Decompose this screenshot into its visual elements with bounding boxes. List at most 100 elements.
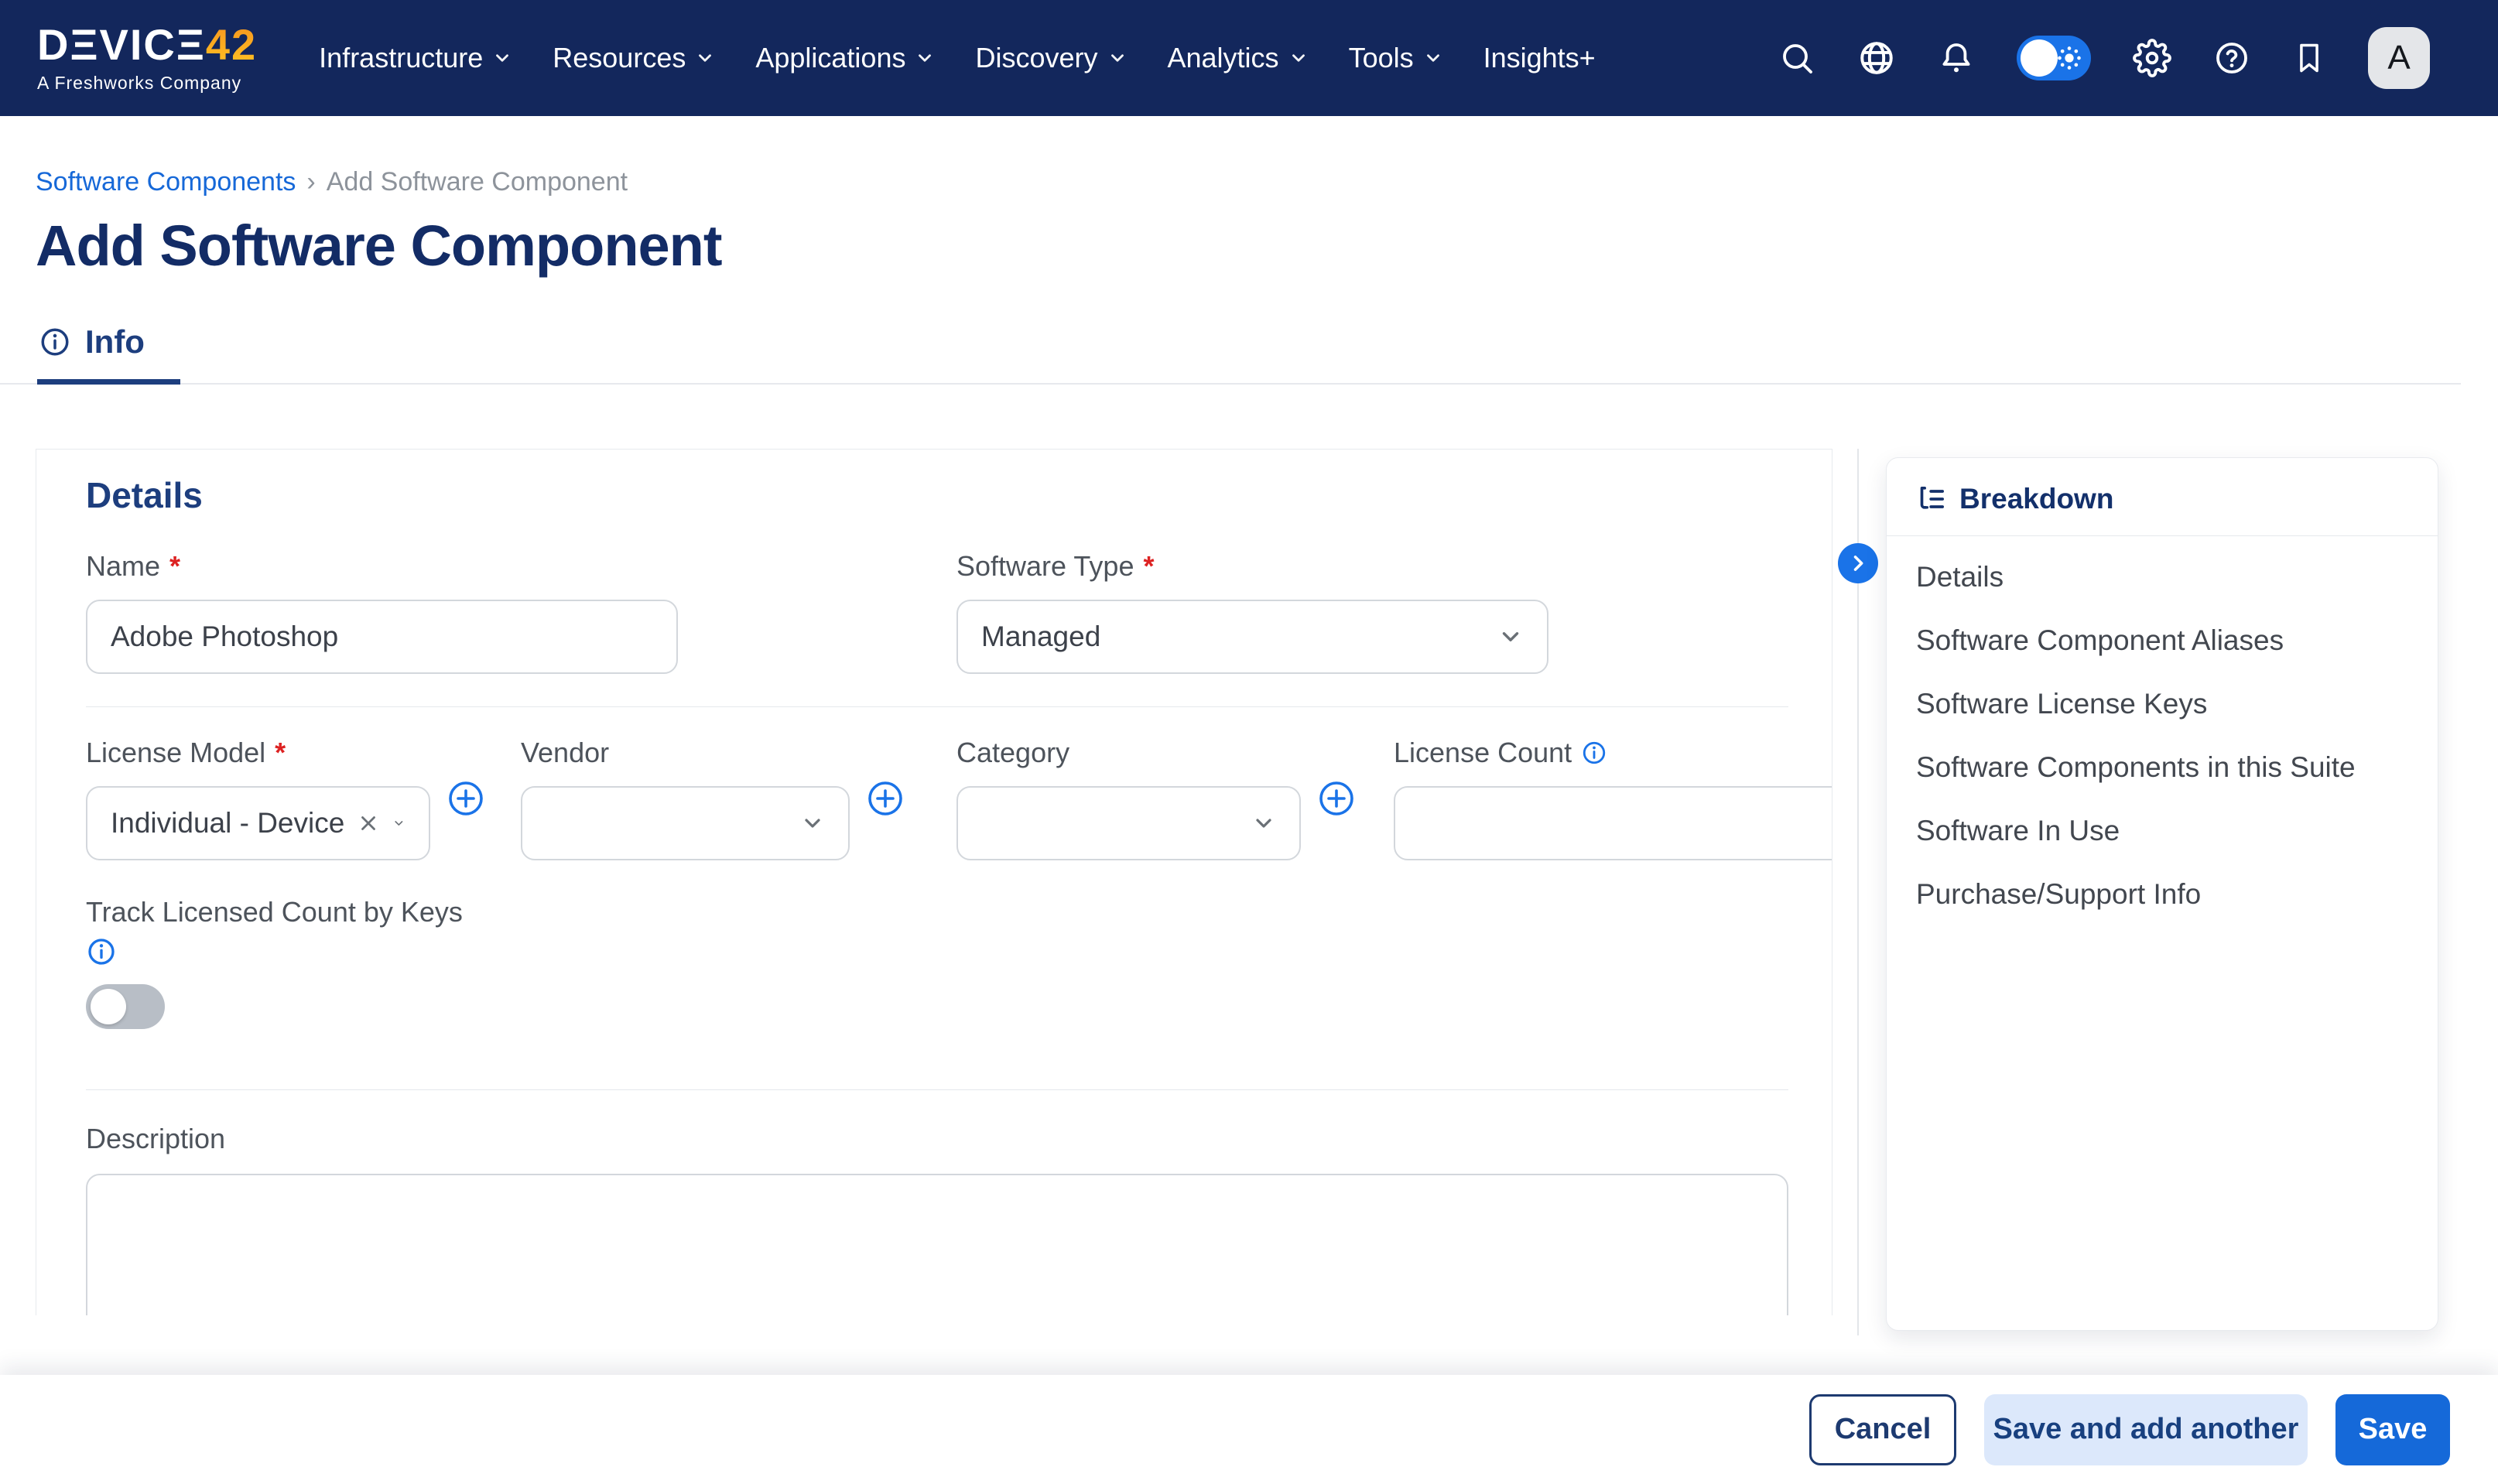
footer-bar: Cancel Save and add another Save [0,1375,2498,1484]
description-label: Description [86,1123,1832,1155]
track-licensed-toggle[interactable] [86,984,165,1029]
bookmark-icon [2292,41,2326,75]
breakdown-panel: Breakdown Details Software Component Ali… [1886,457,2438,1331]
page-title: Add Software Component [36,213,2498,279]
breakdown-item-software-component-aliases[interactable]: Software Component Aliases [1916,609,2408,672]
license-count-label: License Count [1394,737,1832,769]
chevron-right-icon [1847,552,1869,574]
x-icon [357,812,380,835]
menu-item-label: Insights+ [1483,42,1596,74]
help-button[interactable] [2213,39,2250,77]
menu-item-infrastructure[interactable]: Infrastructure [319,42,512,74]
breakdown-item-details[interactable]: Details [1916,545,2408,609]
device42-logo[interactable]: DΞVICΞ42 A Freshworks Company [37,23,257,94]
chevron-down-icon [800,811,825,836]
avatar-letter: A [2387,39,2410,77]
sun-icon [2054,43,2085,74]
breadcrumb: Software Components › Add Software Compo… [36,167,2498,197]
chevron-down-icon [492,48,512,68]
breadcrumb-link-software-components[interactable]: Software Components [36,167,296,197]
user-avatar[interactable]: A [2368,27,2430,89]
breakdown-item-software-components-in-this-suite[interactable]: Software Components in this Suite [1916,736,2408,799]
category-select[interactable] [956,786,1301,860]
top-navbar: DΞVICΞ42 A Freshworks Company Infrastruc… [0,0,2498,116]
section-title-details: Details [86,474,1832,516]
notifications-button[interactable] [1938,39,1975,77]
license-count-input[interactable] [1394,786,1832,860]
info-icon[interactable] [1581,740,1607,766]
name-label: Name* [86,550,678,583]
license-model-field-group: License Model* Individual - Device [86,737,430,860]
screen: DΞVICΞ42 A Freshworks Company Infrastruc… [0,0,2498,1484]
bookmark-button[interactable] [2292,41,2326,75]
add-category-button[interactable] [1318,780,1355,817]
section-divider [86,706,1788,707]
menu-item-discovery[interactable]: Discovery [975,42,1127,74]
license-model-label: License Model* [86,737,430,769]
breadcrumb-current: Add Software Component [327,167,628,197]
plus-circle-icon [867,780,904,817]
chevron-down-icon [1288,48,1309,68]
breakdown-item-software-in-use[interactable]: Software In Use [1916,799,2408,863]
breakdown-title: Breakdown [1959,483,2113,515]
menu-item-insights[interactable]: Insights+ [1483,42,1596,74]
menu-item-resources[interactable]: Resources [553,42,715,74]
main-menu: Infrastructure Resources Applications Di… [319,42,1596,74]
tab-info[interactable]: Info [37,323,180,385]
description-textarea[interactable] [86,1174,1788,1315]
vendor-field-group: Vendor [521,737,850,860]
vendor-select[interactable] [521,786,850,860]
settings-button[interactable] [2133,39,2171,77]
chevron-down-icon [915,48,935,68]
gear-icon [2133,39,2171,77]
add-license-model-button[interactable] [447,780,484,817]
globe-button[interactable] [1857,39,1896,77]
bell-icon [1938,39,1975,77]
required-asterisk: * [275,737,286,769]
software-type-label: Software Type* [956,550,1548,583]
plus-circle-icon [447,780,484,817]
list-tree-icon [1916,484,1947,515]
save-button[interactable]: Save [2335,1394,2450,1465]
category-field-group: Category [956,737,1301,860]
name-input[interactable] [86,600,678,674]
license-count-field-group: License Count [1394,737,1832,860]
help-icon [2213,39,2250,77]
breakdown-item-software-license-keys[interactable]: Software License Keys [1916,672,2408,736]
device42-logo-text: DΞVICΞ42 [37,23,257,67]
software-type-select[interactable]: Managed [956,600,1548,674]
license-model-select[interactable]: Individual - Device [86,786,430,860]
menu-item-applications[interactable]: Applications [755,42,935,74]
software-type-value: Managed [981,621,1100,653]
info-icon [39,326,71,358]
track-licensed-info[interactable] [86,936,1832,967]
chevron-down-icon [1251,811,1276,836]
tab-info-label: Info [85,323,145,361]
tab-bar: Info [0,323,2461,385]
form-row-1: Name* Software Type* Managed [86,550,1832,674]
menu-item-tools[interactable]: Tools [1349,42,1443,74]
chevron-down-icon [392,811,405,836]
chevron-down-icon [1107,48,1128,68]
breakdown-header: Breakdown [1887,458,2438,535]
save-and-add-another-button[interactable]: Save and add another [1984,1394,2308,1465]
category-label: Category [956,737,1301,769]
breakdown-list: Details Software Component Aliases Softw… [1887,536,2438,926]
globe-icon [1857,39,1896,77]
info-icon [86,936,117,967]
chevron-down-icon [1423,48,1443,68]
name-field-group: Name* [86,550,678,674]
license-model-clear-button[interactable] [357,812,380,835]
theme-toggle[interactable] [2017,36,2091,80]
menu-item-analytics[interactable]: Analytics [1168,42,1309,74]
form-row-2: License Model* Individual - Device [86,737,1832,860]
menu-item-label: Resources [553,42,686,74]
cancel-button[interactable]: Cancel [1809,1394,1956,1465]
navbar-actions: A [1778,27,2430,89]
breakdown-item-purchase-support-info[interactable]: Purchase/Support Info [1916,863,2408,926]
menu-item-label: Applications [755,42,905,74]
search-button[interactable] [1778,39,1815,77]
add-vendor-button[interactable] [867,780,904,817]
license-count-input-wrap [1394,786,1832,860]
collapse-breakdown-button[interactable] [1838,543,1878,583]
